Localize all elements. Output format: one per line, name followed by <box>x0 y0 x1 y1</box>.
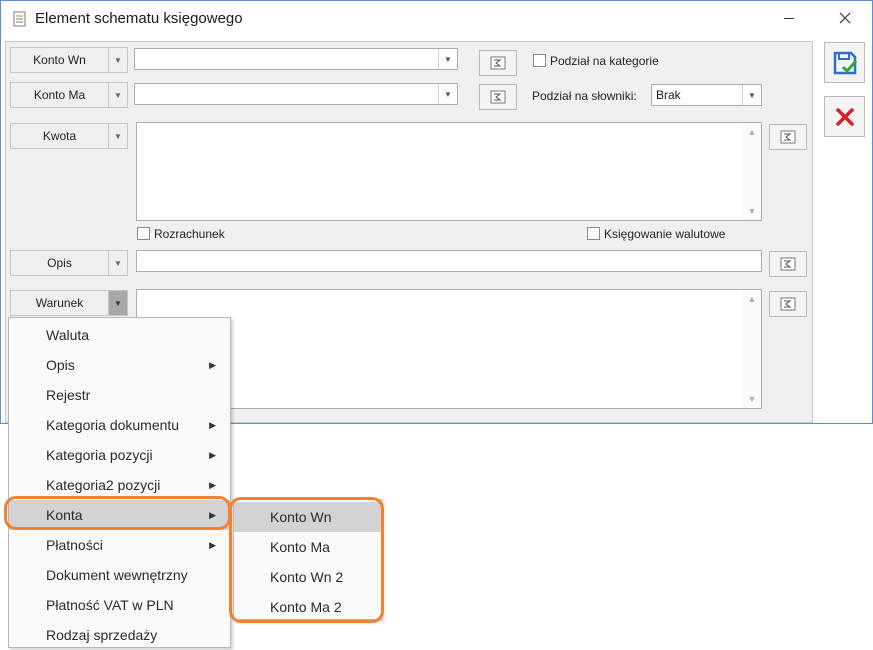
menu-item-platnosc-vat[interactable]: Płatność VAT w PLN <box>9 590 230 620</box>
chevron-down-icon[interactable]: ▼ <box>108 124 127 148</box>
podzial-slowniki-value: Brak <box>656 88 681 102</box>
chevron-down-icon[interactable]: ▼ <box>108 48 127 72</box>
document-icon <box>11 10 29 28</box>
menu-item-label: Płatności <box>46 537 103 553</box>
opis-formula-button[interactable] <box>769 251 807 277</box>
context-menu: Waluta Opis ▶ Rejestr Kategoria dokumentu… <box>8 317 231 648</box>
chevron-down-icon[interactable]: ▼ <box>438 49 457 69</box>
save-button[interactable] <box>824 42 865 83</box>
scroll-down-icon[interactable]: ▼ <box>743 394 761 404</box>
konto-wn-value <box>135 49 438 69</box>
close-button[interactable] <box>823 3 867 33</box>
podzial-kategorie-label: Podział na kategorie <box>550 54 659 68</box>
menu-item-label: Dokument wewnętrzny <box>46 567 188 583</box>
menu-item-label: Rejestr <box>46 387 91 403</box>
podzial-slowniki-label: Podział na słowniki: <box>532 89 637 103</box>
formula-icon <box>490 56 506 70</box>
close-icon <box>839 12 851 24</box>
menu-item-label: Waluta <box>46 327 90 343</box>
warunek-button[interactable]: Warunek ▼ <box>10 290 128 316</box>
kwota-button[interactable]: Kwota ▼ <box>10 123 128 149</box>
menu-item-label: Kategoria2 pozycji <box>46 477 161 493</box>
chevron-right-icon: ▶ <box>209 359 216 370</box>
rozrachunek-checkbox[interactable] <box>137 227 150 240</box>
konto-wn-formula-button[interactable] <box>479 50 517 76</box>
chevron-down-icon[interactable]: ▼ <box>108 251 127 275</box>
konto-ma-button[interactable]: Konto Ma ▼ <box>10 82 128 108</box>
menu-item-opis[interactable]: Opis ▶ <box>9 350 230 380</box>
menu-item-label: Rodzaj sprzedaży <box>46 627 158 643</box>
podzial-slowniki-select[interactable]: Brak ▼ <box>651 84 762 106</box>
window-title: Element schematu księgowego <box>35 10 243 27</box>
konto-ma-combo[interactable]: ▼ <box>134 83 458 105</box>
scroll-up-icon[interactable]: ▲ <box>743 127 761 137</box>
chevron-down-icon[interactable]: ▼ <box>108 83 127 107</box>
opis-label: Opis <box>47 256 72 270</box>
warunek-formula-button[interactable] <box>769 291 807 317</box>
ksiegowanie-walutowe-checkbox[interactable] <box>587 227 600 240</box>
menu-item-kategoria-dokumentu[interactable]: Kategoria dokumentu ▶ <box>9 410 230 440</box>
menu-item-label: Kategoria dokumentu <box>46 417 180 433</box>
highlight-ring-konta <box>4 496 231 530</box>
konto-wn-button[interactable]: Konto Wn ▼ <box>10 47 128 73</box>
cancel-icon <box>835 107 854 126</box>
cancel-button[interactable] <box>824 96 865 137</box>
save-icon <box>833 51 857 74</box>
scroll-up-icon[interactable]: ▲ <box>743 294 761 304</box>
chevron-right-icon: ▶ <box>209 539 216 550</box>
kwota-textarea[interactable]: ▲ ▼ <box>136 122 762 221</box>
warunek-label: Warunek <box>35 296 84 310</box>
menu-item-dokument-wewnetrzny[interactable]: Dokument wewnętrzny <box>9 560 230 590</box>
scrollbar[interactable]: ▲ ▼ <box>743 290 761 408</box>
minimize-button[interactable] <box>767 3 811 33</box>
menu-item-label: Opis <box>46 357 75 373</box>
menu-item-label: Płatność VAT w PLN <box>46 597 174 613</box>
opis-button[interactable]: Opis ▼ <box>10 250 128 276</box>
formula-icon <box>780 257 796 271</box>
menu-item-waluta[interactable]: Waluta <box>9 320 230 350</box>
chevron-down-icon[interactable]: ▼ <box>108 291 127 315</box>
opis-input[interactable] <box>136 250 762 272</box>
ksiegowanie-walutowe-label: Księgowanie walutowe <box>604 227 726 241</box>
chevron-right-icon: ▶ <box>209 479 216 490</box>
konto-wn-combo[interactable]: ▼ <box>134 48 458 70</box>
formula-icon <box>490 90 506 104</box>
scroll-down-icon[interactable]: ▼ <box>743 206 761 216</box>
minimize-icon <box>784 17 794 19</box>
chevron-right-icon: ▶ <box>209 449 216 460</box>
chevron-right-icon: ▶ <box>209 419 216 430</box>
konto-ma-value <box>135 84 438 104</box>
chevron-down-icon[interactable]: ▼ <box>742 85 761 105</box>
rozrachunek-label: Rozrachunek <box>154 227 225 241</box>
menu-item-rodzaj-sprzedazy[interactable]: Rodzaj sprzedaży <box>9 620 230 650</box>
chevron-down-icon[interactable]: ▼ <box>438 84 457 104</box>
kwota-label: Kwota <box>42 129 77 143</box>
konto-ma-formula-button[interactable] <box>479 84 517 110</box>
formula-icon <box>780 130 796 144</box>
podzial-kategorie-checkbox[interactable] <box>533 54 546 67</box>
konto-ma-label: Konto Ma <box>33 88 86 102</box>
highlight-ring-submenu <box>229 497 384 623</box>
konto-wn-label: Konto Wn <box>33 53 86 67</box>
menu-item-kategoria-pozycji[interactable]: Kategoria pozycji ▶ <box>9 440 230 470</box>
formula-icon <box>780 297 796 311</box>
menu-item-platnosci[interactable]: Płatności ▶ <box>9 530 230 560</box>
menu-item-label: Kategoria pozycji <box>46 447 153 463</box>
kwota-formula-button[interactable] <box>769 124 807 150</box>
scrollbar[interactable]: ▲ ▼ <box>743 123 761 220</box>
menu-item-rejestr[interactable]: Rejestr <box>9 380 230 410</box>
